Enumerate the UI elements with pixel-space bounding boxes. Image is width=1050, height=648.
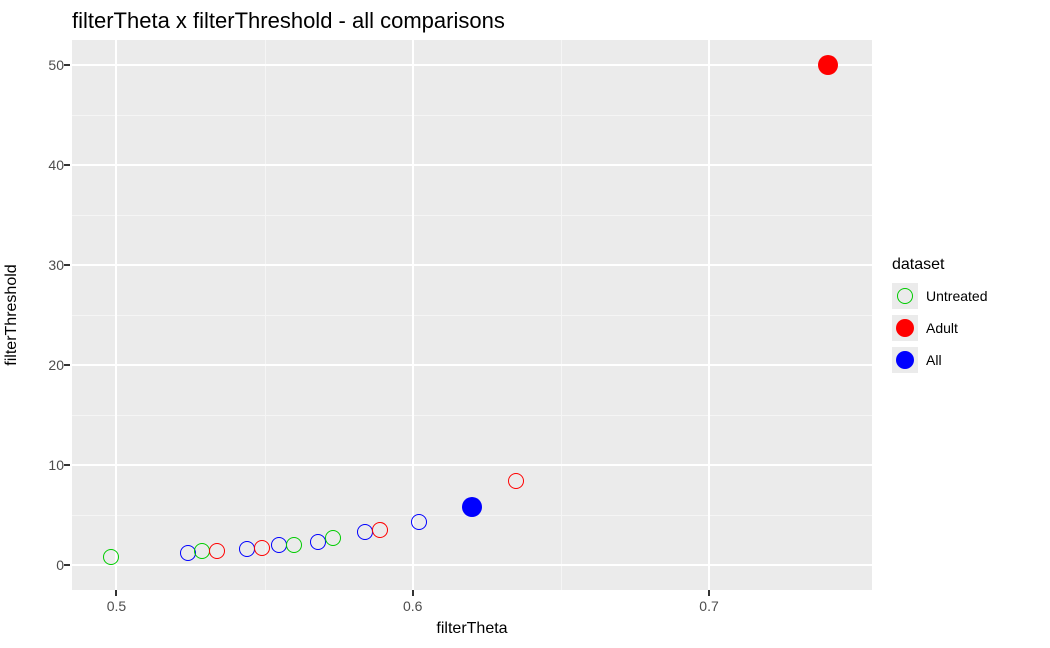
data-point bbox=[310, 534, 326, 550]
legend-key bbox=[892, 315, 918, 341]
gridline-h bbox=[72, 564, 872, 566]
data-point bbox=[357, 524, 373, 540]
plot-area bbox=[72, 40, 872, 590]
gridline-h-minor bbox=[72, 415, 872, 416]
legend-title: dataset bbox=[892, 256, 1042, 274]
chart: filterTheta x filterThreshold - all comp… bbox=[0, 0, 1050, 648]
data-point bbox=[325, 530, 341, 546]
data-point bbox=[271, 537, 287, 553]
y-tick-label: 30 bbox=[14, 257, 64, 273]
x-tick-label: 0.7 bbox=[699, 598, 718, 614]
legend-label: Untreated bbox=[926, 288, 987, 304]
legend-key bbox=[892, 283, 918, 309]
x-tick bbox=[115, 590, 117, 596]
chart-title: filterTheta x filterThreshold - all comp… bbox=[72, 8, 505, 34]
legend-item: Untreated bbox=[892, 280, 1042, 312]
y-tick-label: 20 bbox=[14, 357, 64, 373]
legend-item: Adult bbox=[892, 312, 1042, 344]
gridline-h-minor bbox=[72, 315, 872, 316]
x-tick-label: 0.5 bbox=[107, 598, 126, 614]
data-point bbox=[239, 541, 255, 557]
data-point bbox=[209, 543, 225, 559]
legend-item: All bbox=[892, 344, 1042, 376]
gridline-h bbox=[72, 264, 872, 266]
gridline-h bbox=[72, 64, 872, 66]
y-axis-title: filterThreshold bbox=[3, 264, 21, 365]
gridline-v bbox=[412, 40, 414, 590]
legend-label: All bbox=[926, 352, 942, 368]
gridline-v bbox=[115, 40, 117, 590]
legend-key-icon bbox=[896, 351, 914, 369]
gridline-h bbox=[72, 164, 872, 166]
gridline-v-minor bbox=[265, 40, 266, 590]
gridline-v-minor bbox=[561, 40, 562, 590]
legend: dataset Untreated Adult All bbox=[892, 256, 1042, 376]
x-tick bbox=[412, 590, 414, 596]
y-tick-label: 50 bbox=[14, 57, 64, 73]
y-tick bbox=[64, 564, 70, 566]
x-axis-title: filterTheta bbox=[436, 620, 507, 638]
gridline-h bbox=[72, 364, 872, 366]
y-tick-label: 10 bbox=[14, 457, 64, 473]
data-point bbox=[372, 522, 388, 538]
x-tick-label: 0.6 bbox=[403, 598, 422, 614]
y-tick bbox=[64, 264, 70, 266]
gridline-h-minor bbox=[72, 215, 872, 216]
y-tick bbox=[64, 464, 70, 466]
data-point bbox=[508, 473, 524, 489]
legend-key-icon bbox=[897, 288, 913, 304]
x-tick bbox=[708, 590, 710, 596]
data-point bbox=[818, 55, 838, 75]
legend-key bbox=[892, 347, 918, 373]
y-tick bbox=[64, 64, 70, 66]
legend-key-icon bbox=[896, 319, 914, 337]
data-point bbox=[286, 537, 302, 553]
y-tick bbox=[64, 164, 70, 166]
y-tick-label: 40 bbox=[14, 157, 64, 173]
data-point bbox=[194, 543, 210, 559]
y-tick-label: 0 bbox=[14, 557, 64, 573]
gridline-v bbox=[708, 40, 710, 590]
legend-label: Adult bbox=[926, 320, 958, 336]
gridline-h-minor bbox=[72, 115, 872, 116]
data-point bbox=[462, 497, 482, 517]
data-point bbox=[254, 540, 270, 556]
data-point bbox=[180, 545, 196, 561]
data-point bbox=[103, 549, 119, 565]
gridline-h bbox=[72, 464, 872, 466]
data-point bbox=[411, 514, 427, 530]
y-tick bbox=[64, 364, 70, 366]
